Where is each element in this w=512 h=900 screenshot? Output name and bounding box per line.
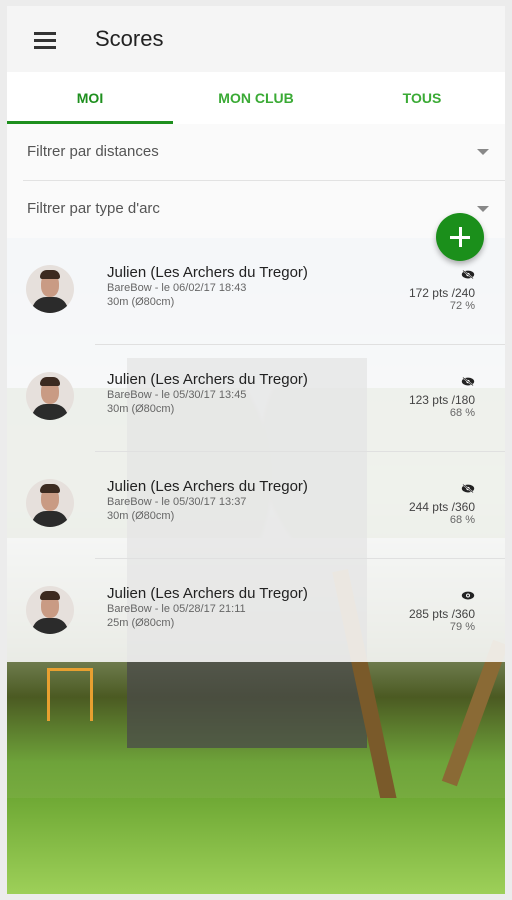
- score-distance: 30m (Ø80cm): [107, 296, 175, 308]
- avatar: [26, 265, 74, 313]
- dropdown-arrow-icon: [477, 206, 489, 212]
- archer-name: Julien (Les Archers du Tregor): [107, 478, 308, 495]
- score-points: 123 pts /180: [408, 393, 475, 407]
- score-details: BareBow - le 05/30/17 13:45: [107, 389, 247, 401]
- bow-type-filter-dropdown[interactable]: Filtrer par type d'arc: [7, 181, 505, 237]
- score-row[interactable]: Julien (Les Archers du Tregor) BareBow -…: [7, 345, 505, 452]
- score-points: 285 pts /360: [408, 607, 475, 621]
- tab-tous[interactable]: TOUS: [339, 72, 505, 124]
- eye-off-icon[interactable]: [461, 270, 475, 279]
- app-screen: Scores MOI MON CLUB TOUS Filtrer par dis…: [7, 6, 505, 894]
- score-row[interactable]: Julien (Les Archers du Tregor) BareBow -…: [7, 559, 505, 666]
- distance-filter-dropdown[interactable]: Filtrer par distances: [7, 124, 505, 180]
- archer-name: Julien (Les Archers du Tregor): [107, 585, 308, 602]
- score-details: BareBow - le 06/02/17 18:43: [107, 282, 247, 294]
- avatar: [26, 586, 74, 634]
- score-details: BareBow - le 05/28/17 21:11: [107, 603, 246, 615]
- archer-name: Julien (Les Archers du Tregor): [107, 371, 308, 388]
- archer-name: Julien (Les Archers du Tregor): [107, 264, 308, 281]
- score-distance: 30m (Ø80cm): [107, 403, 175, 415]
- tab-mon-club[interactable]: MON CLUB: [173, 72, 339, 124]
- score-list: Julien (Les Archers du Tregor) BareBow -…: [7, 238, 505, 662]
- score-distance: 30m (Ø80cm): [107, 510, 175, 522]
- avatar: [26, 372, 74, 420]
- avatar: [26, 479, 74, 527]
- distance-filter-label: Filtrer par distances: [27, 143, 159, 160]
- dropdown-arrow-icon: [477, 149, 489, 155]
- score-percent: 79 %: [449, 621, 475, 633]
- score-percent: 68 %: [449, 407, 475, 419]
- score-distance: 25m (Ø80cm): [107, 617, 175, 629]
- app-bar: Scores: [7, 6, 505, 72]
- score-row[interactable]: Julien (Les Archers du Tregor) BareBow -…: [7, 238, 505, 345]
- score-details: BareBow - le 05/30/17 13:37: [107, 496, 247, 508]
- score-percent: 72 %: [449, 300, 475, 312]
- add-score-button[interactable]: [436, 213, 484, 261]
- score-points: 244 pts /360: [408, 500, 475, 514]
- eye-off-icon[interactable]: [461, 377, 475, 386]
- tab-moi[interactable]: MOI: [7, 72, 173, 124]
- score-row[interactable]: Julien (Les Archers du Tregor) BareBow -…: [7, 452, 505, 559]
- score-percent: 68 %: [449, 514, 475, 526]
- bow-type-filter-label: Filtrer par type d'arc: [27, 200, 160, 217]
- page-title: Scores: [95, 26, 164, 51]
- menu-icon[interactable]: [34, 32, 56, 49]
- eye-off-icon[interactable]: [461, 484, 475, 493]
- eye-icon[interactable]: [461, 591, 475, 600]
- score-points: 172 pts /240: [408, 286, 475, 300]
- tab-bar: MOI MON CLUB TOUS: [7, 72, 505, 124]
